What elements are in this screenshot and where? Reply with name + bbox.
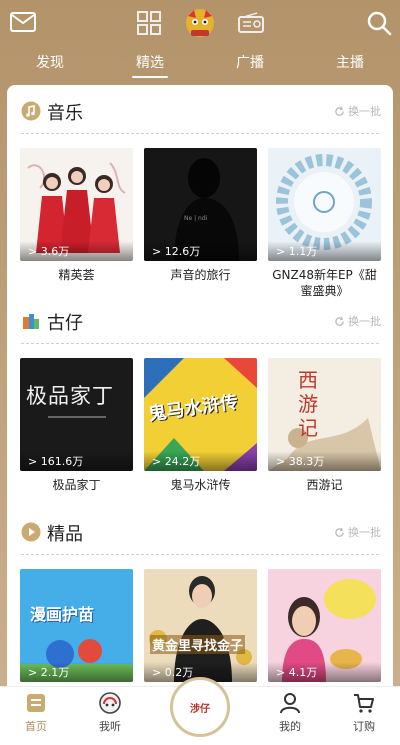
section-music: 音乐 换一批 > 3.6万 精英荟 Ne | ndi > 12.6万 声音的旅行…	[7, 93, 393, 298]
play-count: > 4.1万	[268, 662, 381, 682]
album-title: 极品家丁	[52, 478, 101, 492]
refresh-label: 换一批	[348, 526, 381, 539]
nav-listen[interactable]: 我听	[80, 691, 140, 734]
album-title: 声音的旅行	[170, 268, 231, 282]
center-play-button[interactable]: 涉仔	[170, 677, 230, 737]
refresh-label: 换一批	[348, 315, 381, 328]
item-row: > 3.6万 精英荟 Ne | ndi > 12.6万 声音的旅行 > 1.1万…	[20, 148, 382, 308]
music-note-icon	[21, 101, 41, 121]
bottom-nav: 首页 我听 涉仔 我的 订购	[0, 677, 400, 745]
app-logo[interactable]	[180, 6, 220, 40]
album-card[interactable]: 西游记 > 38.3万 西游记	[268, 358, 381, 493]
item-row: 极品家丁 > 161.6万 极品家丁 鬼马水浒传 > 24.2万 鬼马水浒传 西…	[20, 358, 382, 518]
nav-label: 订购	[353, 720, 375, 733]
album-cover: 极品家丁 > 161.6万	[20, 358, 133, 471]
album-card[interactable]: > 1.1万 GNZ48新年EP《甜蜜盛典》	[268, 148, 381, 299]
top-tabs: 发现 精选 广播 主播	[0, 52, 400, 82]
play-count: > 12.6万	[144, 241, 257, 261]
top-header: 发现 精选 广播 主播	[0, 0, 400, 90]
refresh-icon	[335, 527, 344, 537]
mail-icon[interactable]	[10, 12, 36, 32]
home-icon	[27, 694, 45, 712]
album-title: 精英荟	[58, 268, 95, 282]
play-count: > 161.6万	[20, 451, 133, 471]
grid-icon[interactable]	[136, 10, 162, 36]
section-header: 音乐 换一批	[7, 93, 393, 129]
cover-art-text: 西游记	[298, 368, 318, 440]
cover-art-text: 极品家丁	[26, 384, 114, 408]
album-cover: > 4.1万	[268, 569, 381, 682]
nav-label: 我的	[279, 720, 301, 733]
album-cover: Ne | ndi > 12.6万	[144, 148, 257, 261]
dashed-divider	[21, 133, 379, 134]
nav-order[interactable]: 订购	[334, 691, 394, 734]
play-count: > 1.1万	[268, 241, 381, 261]
album-card[interactable]: Ne | ndi > 12.6万 声音的旅行	[144, 148, 257, 283]
dashed-divider	[21, 554, 379, 555]
listen-icon	[99, 692, 121, 714]
tab-broadcast[interactable]: 广播	[220, 52, 280, 82]
nav-label: 我听	[99, 720, 121, 733]
album-cover: 鬼马水浒传 > 24.2万	[144, 358, 257, 471]
search-icon[interactable]	[366, 10, 392, 36]
nav-home[interactable]: 首页	[6, 691, 66, 734]
section-header: 古仔 换一批	[7, 303, 393, 339]
album-title: 西游记	[306, 478, 343, 492]
radio-icon[interactable]	[237, 12, 265, 34]
album-cover: > 3.6万	[20, 148, 133, 261]
tab-hosts[interactable]: 主播	[320, 52, 380, 82]
refresh-button[interactable]: 换一批	[334, 103, 381, 119]
album-cover: 西游记 > 38.3万	[268, 358, 381, 471]
album-cover: 黄金里寻找金子 > 0.2万	[144, 569, 257, 682]
album-title: GNZ48新年EP《甜蜜盛典》	[272, 268, 377, 298]
refresh-icon	[335, 106, 344, 116]
section-title: 古仔	[47, 313, 83, 334]
center-logo-text: 涉仔	[190, 703, 210, 715]
svg-text:Ne | ndi: Ne | ndi	[184, 215, 208, 222]
book-stack-icon	[21, 311, 41, 331]
album-cover: 漫画护苗 > 2.1万	[20, 569, 133, 682]
album-card[interactable]: 漫画护苗 > 2.1万	[20, 569, 133, 682]
album-card[interactable]: > 3.6万 精英荟	[20, 148, 133, 283]
cover-art-text: 黄金里寻找金子	[150, 635, 246, 654]
section-stories: 古仔 换一批 极品家丁 > 161.6万 极品家丁 鬼马水浒传 > 24.2万 …	[7, 303, 393, 492]
dashed-divider	[21, 343, 379, 344]
refresh-label: 换一批	[348, 105, 381, 118]
play-count: > 38.3万	[268, 451, 381, 471]
play-count: > 3.6万	[20, 241, 133, 261]
nav-label: 首页	[25, 720, 47, 733]
album-card[interactable]: 极品家丁 > 161.6万 极品家丁	[20, 358, 133, 493]
content-card: 音乐 换一批 > 3.6万 精英荟 Ne | ndi > 12.6万 声音的旅行…	[7, 85, 393, 690]
nav-mine[interactable]: 我的	[260, 691, 320, 734]
play-count: > 24.2万	[144, 451, 257, 471]
refresh-button[interactable]: 换一批	[334, 524, 381, 540]
section-premium: 精品 换一批 漫画护苗 > 2.1万 黄金里寻找金子 > 0.2万 > 4.1万	[7, 514, 393, 682]
cover-art-text: 漫画护苗	[30, 605, 95, 624]
play-circle-icon	[21, 522, 41, 542]
play-count: > 2.1万	[20, 662, 133, 682]
cover-decor	[48, 416, 106, 418]
section-title: 精品	[47, 524, 83, 545]
refresh-button[interactable]: 换一批	[334, 313, 381, 329]
album-card[interactable]: > 4.1万	[268, 569, 381, 682]
cart-icon	[354, 694, 374, 713]
person-icon	[280, 693, 300, 714]
tab-featured[interactable]: 精选	[120, 52, 180, 82]
album-title: 鬼马水浒传	[170, 478, 231, 492]
section-title: 音乐	[47, 103, 83, 124]
refresh-icon	[335, 316, 344, 326]
item-row: 漫画护苗 > 2.1万 黄金里寻找金子 > 0.2万 > 4.1万	[20, 569, 382, 690]
album-cover: > 1.1万	[268, 148, 381, 261]
tab-discover[interactable]: 发现	[20, 52, 80, 82]
album-card[interactable]: 黄金里寻找金子 > 0.2万	[144, 569, 257, 682]
album-card[interactable]: 鬼马水浒传 > 24.2万 鬼马水浒传	[144, 358, 257, 493]
section-header: 精品 换一批	[7, 514, 393, 550]
